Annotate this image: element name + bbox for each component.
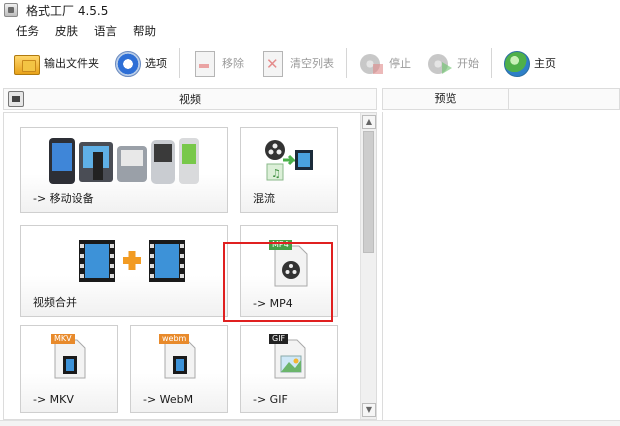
menu-task[interactable]: 任务 [8,23,47,39]
clear-list-label: 清空列表 [290,57,334,70]
svg-text:♫: ♫ [271,167,281,180]
tile-webm[interactable]: webm -> WebM [130,325,228,413]
preview-column-header[interactable]: 预览 [383,89,509,109]
task-list-area[interactable] [382,112,620,420]
preview-header: 预览 [382,88,620,110]
tile-gif-label: -> GIF [253,393,288,406]
gif-badge: GIF [269,334,289,344]
webm-badge: webm [159,334,190,344]
mp4-file-icon: MP4 [269,240,311,288]
stop-icon [357,49,385,77]
toolbar-separator [346,48,347,78]
home-label: 主页 [534,57,556,70]
webm-file-icon: webm [159,334,199,380]
app-icon [4,3,18,17]
video-category-title: 视频 [179,93,201,106]
options-label: 选项 [145,57,167,70]
tile-mp4-label: -> MP4 [253,297,293,310]
tile-mux[interactable]: ♫ 混流 [240,127,338,213]
menu-help[interactable]: 帮助 [125,23,164,39]
tile-mobile-device-label: -> 移动设备 [33,192,94,205]
tile-mobile-device[interactable]: -> 移动设备 [20,127,228,213]
tile-webm-label: -> WebM [143,393,194,406]
mobile-devices-icon [49,138,199,184]
video-join-icon [79,240,185,282]
clear-list-button[interactable]: 清空列表 [254,47,338,79]
menu-language[interactable]: 语言 [86,23,125,39]
menu-bar: 任务 皮肤 语言 帮助 [0,22,164,40]
stop-label: 停止 [389,57,411,70]
menu-skin[interactable]: 皮肤 [47,23,86,39]
scroll-down-icon[interactable]: ▼ [362,403,376,417]
tile-gif[interactable]: GIF -> GIF [240,325,338,413]
tile-video-join[interactable]: 视频合并 [20,225,228,317]
clear-list-icon [258,49,286,77]
remove-icon [190,49,218,77]
tile-mkv-label: -> MKV [33,393,74,406]
output-folder-label: 输出文件夹 [44,57,99,70]
bottom-strip [0,420,620,426]
toolbar-separator [179,48,180,78]
stop-button[interactable]: 停止 [353,47,415,79]
home-button[interactable]: 主页 [498,47,560,79]
tile-mp4[interactable]: MP4 -> MP4 [240,225,338,317]
video-tools-panel: -> 移动设备 ♫ 混流 视频合并 MP4 -> MP4 MKV -> MKV … [3,112,377,420]
scroll-thumb[interactable] [363,131,374,253]
tile-video-join-label: 视频合并 [33,296,77,309]
panel-scrollbar[interactable]: ▲ ▼ [360,113,376,419]
mkv-file-icon: MKV [51,334,89,380]
toolbar: 输出文件夹 选项 移除 清空列表 停止 开始 主页 [0,42,620,84]
tile-mkv[interactable]: MKV -> MKV [20,325,118,413]
remove-label: 移除 [222,57,244,70]
gif-file-icon: GIF [269,334,311,380]
start-button[interactable]: 开始 [421,47,483,79]
mp4-badge: MP4 [269,240,292,250]
output-folder-button[interactable]: 输出文件夹 [8,47,103,79]
title-bar: 格式工厂 4.5.5 [0,0,620,20]
toolbar-separator [491,48,492,78]
options-icon [113,49,141,77]
globe-icon [502,49,530,77]
start-label: 开始 [457,57,479,70]
video-category-header[interactable]: 视频 [3,88,377,110]
folder-icon [12,49,40,77]
window-title: 格式工厂 4.5.5 [26,3,109,18]
mux-icon: ♫ [265,140,313,181]
start-icon [425,49,453,77]
scroll-up-icon[interactable]: ▲ [362,115,376,129]
mkv-badge: MKV [51,334,75,344]
tile-mux-label: 混流 [253,192,275,205]
options-button[interactable]: 选项 [109,47,171,79]
video-category-icon [8,91,24,107]
remove-button[interactable]: 移除 [186,47,248,79]
